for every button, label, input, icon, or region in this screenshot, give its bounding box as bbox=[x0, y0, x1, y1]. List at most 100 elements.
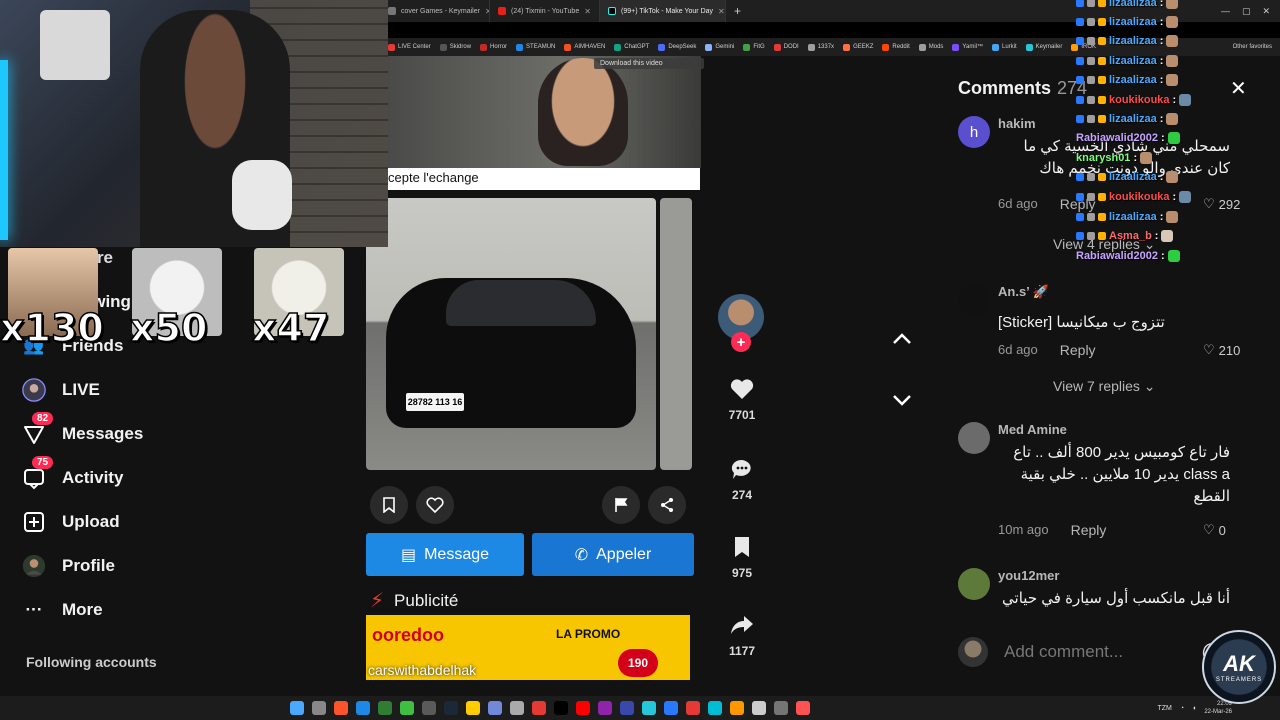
youtube-icon[interactable] bbox=[576, 701, 590, 715]
windows-start-icon[interactable] bbox=[290, 701, 304, 715]
app-icon[interactable] bbox=[730, 701, 744, 715]
app-icon[interactable] bbox=[620, 701, 634, 715]
chevron-down-icon[interactable] bbox=[890, 392, 914, 408]
sidebar-item-live[interactable]: LIVE bbox=[22, 368, 322, 412]
app-icon[interactable] bbox=[774, 701, 788, 715]
download-video-bar[interactable]: Download this video bbox=[594, 58, 704, 69]
chat-username[interactable]: Rabiawalid2002 bbox=[1076, 250, 1158, 262]
chat-username[interactable]: koukikouka bbox=[1109, 191, 1170, 203]
comment-input[interactable]: Add comment... bbox=[1004, 642, 1185, 662]
xbox-icon[interactable] bbox=[400, 701, 414, 715]
comment-avatar[interactable] bbox=[958, 422, 990, 454]
volume-icon[interactable]: ◖ bbox=[1192, 705, 1196, 712]
bookmark-item[interactable]: GEEKZ bbox=[843, 43, 873, 51]
comment-avatar[interactable] bbox=[958, 568, 990, 600]
bookmark-item[interactable]: Reddit bbox=[882, 43, 910, 51]
obs-icon[interactable] bbox=[422, 701, 436, 715]
chat-username[interactable]: Asma_b bbox=[1109, 230, 1152, 242]
chat-username[interactable]: koukikouka bbox=[1109, 94, 1170, 106]
comment-username[interactable]: Med Amine bbox=[998, 422, 1067, 437]
sidebar-item-messages[interactable]: 82 Messages bbox=[22, 412, 322, 456]
preview-video[interactable] bbox=[388, 56, 701, 168]
comment-like[interactable]: ♡ 210 bbox=[1203, 342, 1240, 358]
chat-username[interactable]: Rabiawalid2002 bbox=[1076, 132, 1158, 144]
bookmark-item[interactable]: AIMHAVEN bbox=[564, 43, 605, 51]
discord-icon[interactable] bbox=[488, 701, 502, 715]
comment-action[interactable]: 274 bbox=[718, 458, 766, 502]
explorer-icon[interactable] bbox=[466, 701, 480, 715]
close-tab-icon[interactable]: ✕ bbox=[718, 7, 725, 16]
creator-avatar[interactable]: + bbox=[718, 294, 764, 352]
call-button[interactable]: ✆ Appeler bbox=[532, 533, 694, 576]
tiktok-icon[interactable] bbox=[554, 701, 568, 715]
bookmark-item[interactable]: Gemini bbox=[705, 43, 734, 51]
nvidia-icon[interactable] bbox=[378, 701, 392, 715]
chat-username[interactable]: lizaalizaa bbox=[1109, 55, 1157, 67]
bookmark-item[interactable]: Skidrow bbox=[439, 43, 471, 51]
bookmark-item[interactable]: ChatGPT bbox=[614, 43, 649, 51]
view-replies-button[interactable]: View 7 replies ⌄ bbox=[1053, 378, 1156, 395]
bookmark-item[interactable]: Mods bbox=[918, 43, 943, 51]
comment-like[interactable]: ♡ 0 bbox=[1203, 522, 1226, 538]
report-button[interactable] bbox=[602, 486, 640, 524]
reply-button[interactable]: Reply bbox=[1071, 522, 1107, 538]
twitch-icon[interactable] bbox=[598, 701, 612, 715]
bookmark-button[interactable] bbox=[370, 486, 408, 524]
app-icon[interactable] bbox=[708, 701, 722, 715]
sidebar-item-profile[interactable]: Profile bbox=[22, 544, 322, 588]
bookmark-item[interactable]: DODI bbox=[773, 43, 799, 51]
bookmark-item[interactable]: 1337x bbox=[807, 43, 834, 51]
bookmark-item[interactable]: Keymailer bbox=[1025, 43, 1062, 51]
bookmark-item[interactable]: STEAMUN bbox=[516, 43, 555, 51]
follow-plus-icon[interactable]: + bbox=[731, 332, 751, 352]
edge-icon[interactable] bbox=[356, 701, 370, 715]
close-tab-icon[interactable]: ✕ bbox=[584, 7, 591, 16]
sidebar-item-activity[interactable]: 75 Activity bbox=[22, 456, 322, 500]
chat-username[interactable]: lizaalizaa bbox=[1109, 16, 1157, 28]
app-icon[interactable] bbox=[532, 701, 546, 715]
steam-icon[interactable] bbox=[444, 701, 458, 715]
app-icon[interactable] bbox=[642, 701, 656, 715]
app-icon[interactable] bbox=[664, 701, 678, 715]
browser-tab[interactable]: cover Games - Keymailer✕ bbox=[380, 0, 490, 22]
app-icon[interactable] bbox=[752, 701, 766, 715]
search-icon[interactable] bbox=[312, 701, 326, 715]
bookmark-item[interactable]: Yamil™ bbox=[952, 43, 983, 51]
comment-avatar[interactable]: h bbox=[958, 116, 990, 148]
chat-username[interactable]: knarysh01 bbox=[1076, 152, 1130, 164]
post-author[interactable]: carswithabdelhak bbox=[368, 662, 476, 678]
bookmark-item[interactable]: Horror bbox=[480, 43, 507, 51]
share-action[interactable]: 1177 bbox=[718, 614, 766, 658]
image-carousel[interactable]: 28782 113 16 bbox=[366, 198, 692, 470]
chat-username[interactable]: lizaalizaa bbox=[1109, 211, 1157, 223]
bookmark-item[interactable]: FitG bbox=[743, 43, 765, 51]
chat-username[interactable]: lizaalizaa bbox=[1109, 35, 1157, 47]
chat-username[interactable]: lizaalizaa bbox=[1109, 0, 1157, 9]
brave-icon[interactable] bbox=[334, 701, 348, 715]
chevron-up-icon[interactable] bbox=[890, 331, 914, 347]
browser-tab-active[interactable]: (99+) TikTok - Make Your Day ✕ bbox=[600, 0, 726, 22]
browser-tab[interactable]: (24) Tixmin - YouTube ✕ bbox=[490, 0, 600, 22]
comment-avatar[interactable] bbox=[958, 284, 990, 316]
bookmark-item[interactable]: DeepSeek bbox=[658, 43, 696, 51]
share-button[interactable] bbox=[648, 486, 686, 524]
sidebar-item-upload[interactable]: Upload bbox=[22, 500, 322, 544]
chat-username[interactable]: lizaalizaa bbox=[1109, 171, 1157, 183]
new-tab-button[interactable]: + bbox=[726, 4, 749, 18]
wifi-icon[interactable]: ◔ bbox=[1180, 705, 1184, 712]
comment-username[interactable]: hakim bbox=[998, 116, 1036, 131]
settings-icon[interactable] bbox=[510, 701, 524, 715]
like-button[interactable] bbox=[416, 486, 454, 524]
chat-username[interactable]: lizaalizaa bbox=[1109, 113, 1157, 125]
reply-button[interactable]: Reply bbox=[1060, 342, 1096, 358]
chat-username[interactable]: lizaalizaa bbox=[1109, 74, 1157, 86]
bookmark-item[interactable]: Lurkit bbox=[991, 43, 1017, 51]
comment-username[interactable]: you12mer bbox=[998, 568, 1059, 583]
sidebar-item-more[interactable]: ··· More bbox=[22, 588, 322, 632]
bookmark-item[interactable]: LIVE Center bbox=[388, 43, 431, 51]
app-icon[interactable] bbox=[686, 701, 700, 715]
message-button[interactable]: ▤ Message bbox=[366, 533, 524, 576]
next-image-preview[interactable] bbox=[660, 198, 692, 470]
save-action[interactable]: 975 bbox=[718, 536, 766, 580]
comment-username[interactable]: An.s’ 🚀 bbox=[998, 284, 1049, 300]
